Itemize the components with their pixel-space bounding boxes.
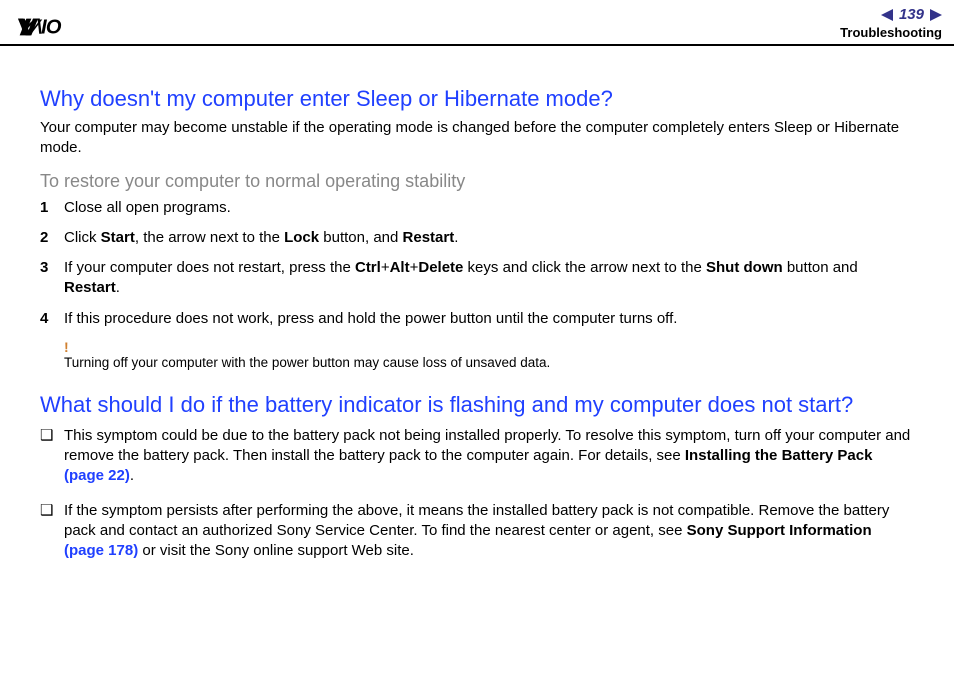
nav-next-icon[interactable] — [930, 9, 942, 21]
question-heading-2: What should I do if the battery indicato… — [40, 392, 914, 418]
bullet-mark: ❑ — [40, 501, 64, 562]
step-text: Close all open programs. — [64, 198, 914, 218]
step-number: 3 — [40, 258, 64, 299]
warning-text: Turning off your computer with the power… — [64, 355, 914, 370]
subheading: To restore your computer to normal opera… — [40, 171, 914, 192]
step-number: 1 — [40, 198, 64, 218]
step-text: Click Start, the arrow next to the Lock … — [64, 228, 914, 248]
bullet-text: This symptom could be due to the battery… — [64, 426, 914, 487]
page-number: 139 — [897, 6, 926, 23]
steps-list: 1Close all open programs.2Click Start, t… — [40, 198, 914, 329]
step-item: 1Close all open programs. — [40, 198, 914, 218]
bullet-item: ❑If the symptom persists after performin… — [40, 501, 914, 562]
step-item: 2Click Start, the arrow next to the Lock… — [40, 228, 914, 248]
svg-text:✓⁄\IO: ✓⁄\IO — [18, 17, 62, 38]
page-nav: 139 — [840, 6, 942, 23]
question-heading-1: Why doesn't my computer enter Sleep or H… — [40, 86, 914, 112]
warning-note: ! Turning off your computer with the pow… — [64, 339, 914, 370]
bullet-mark: ❑ — [40, 426, 64, 487]
bullet-list: ❑This symptom could be due to the batter… — [40, 426, 914, 562]
vaio-logo: ✓⁄\IO — [18, 16, 118, 38]
step-item: 4If this procedure does not work, press … — [40, 309, 914, 329]
page-header: ✓⁄\IO 139 Troubleshooting — [0, 0, 954, 46]
step-text: If this procedure does not work, press a… — [64, 309, 914, 329]
step-item: 3If your computer does not restart, pres… — [40, 258, 914, 299]
step-number: 4 — [40, 309, 64, 329]
warning-icon: ! — [64, 339, 914, 355]
intro-paragraph: Your computer may become unstable if the… — [40, 118, 914, 159]
nav-prev-icon[interactable] — [881, 9, 893, 21]
bullet-text: If the symptom persists after performing… — [64, 501, 914, 562]
bullet-item: ❑This symptom could be due to the batter… — [40, 426, 914, 487]
breadcrumb: Troubleshooting — [840, 25, 942, 40]
page-content: Why doesn't my computer enter Sleep or H… — [0, 46, 954, 561]
step-text: If your computer does not restart, press… — [64, 258, 914, 299]
step-number: 2 — [40, 228, 64, 248]
